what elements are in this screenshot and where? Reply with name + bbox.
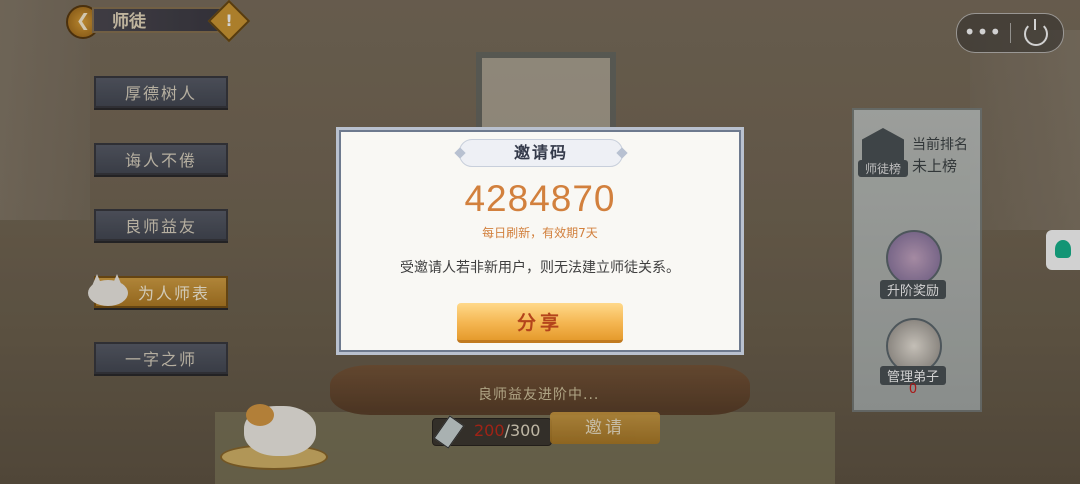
rule-text: 受邀请人若非新用户，则无法建立师徒关系。 <box>400 260 680 276</box>
dialog-title: 邀请码 <box>513 143 568 162</box>
dialog-title-plate: 邀请码 <box>454 139 628 167</box>
invite-code: 4284870 <box>464 178 616 219</box>
refresh-note: 每日刷新，有效期7天 <box>482 226 598 240</box>
share-button[interactable]: 分享 <box>457 303 623 343</box>
invite-code-dialog: 邀请码 4284870 每日刷新，有效期7天 受邀请人若非新用户，则无法建立师徒… <box>336 127 744 355</box>
